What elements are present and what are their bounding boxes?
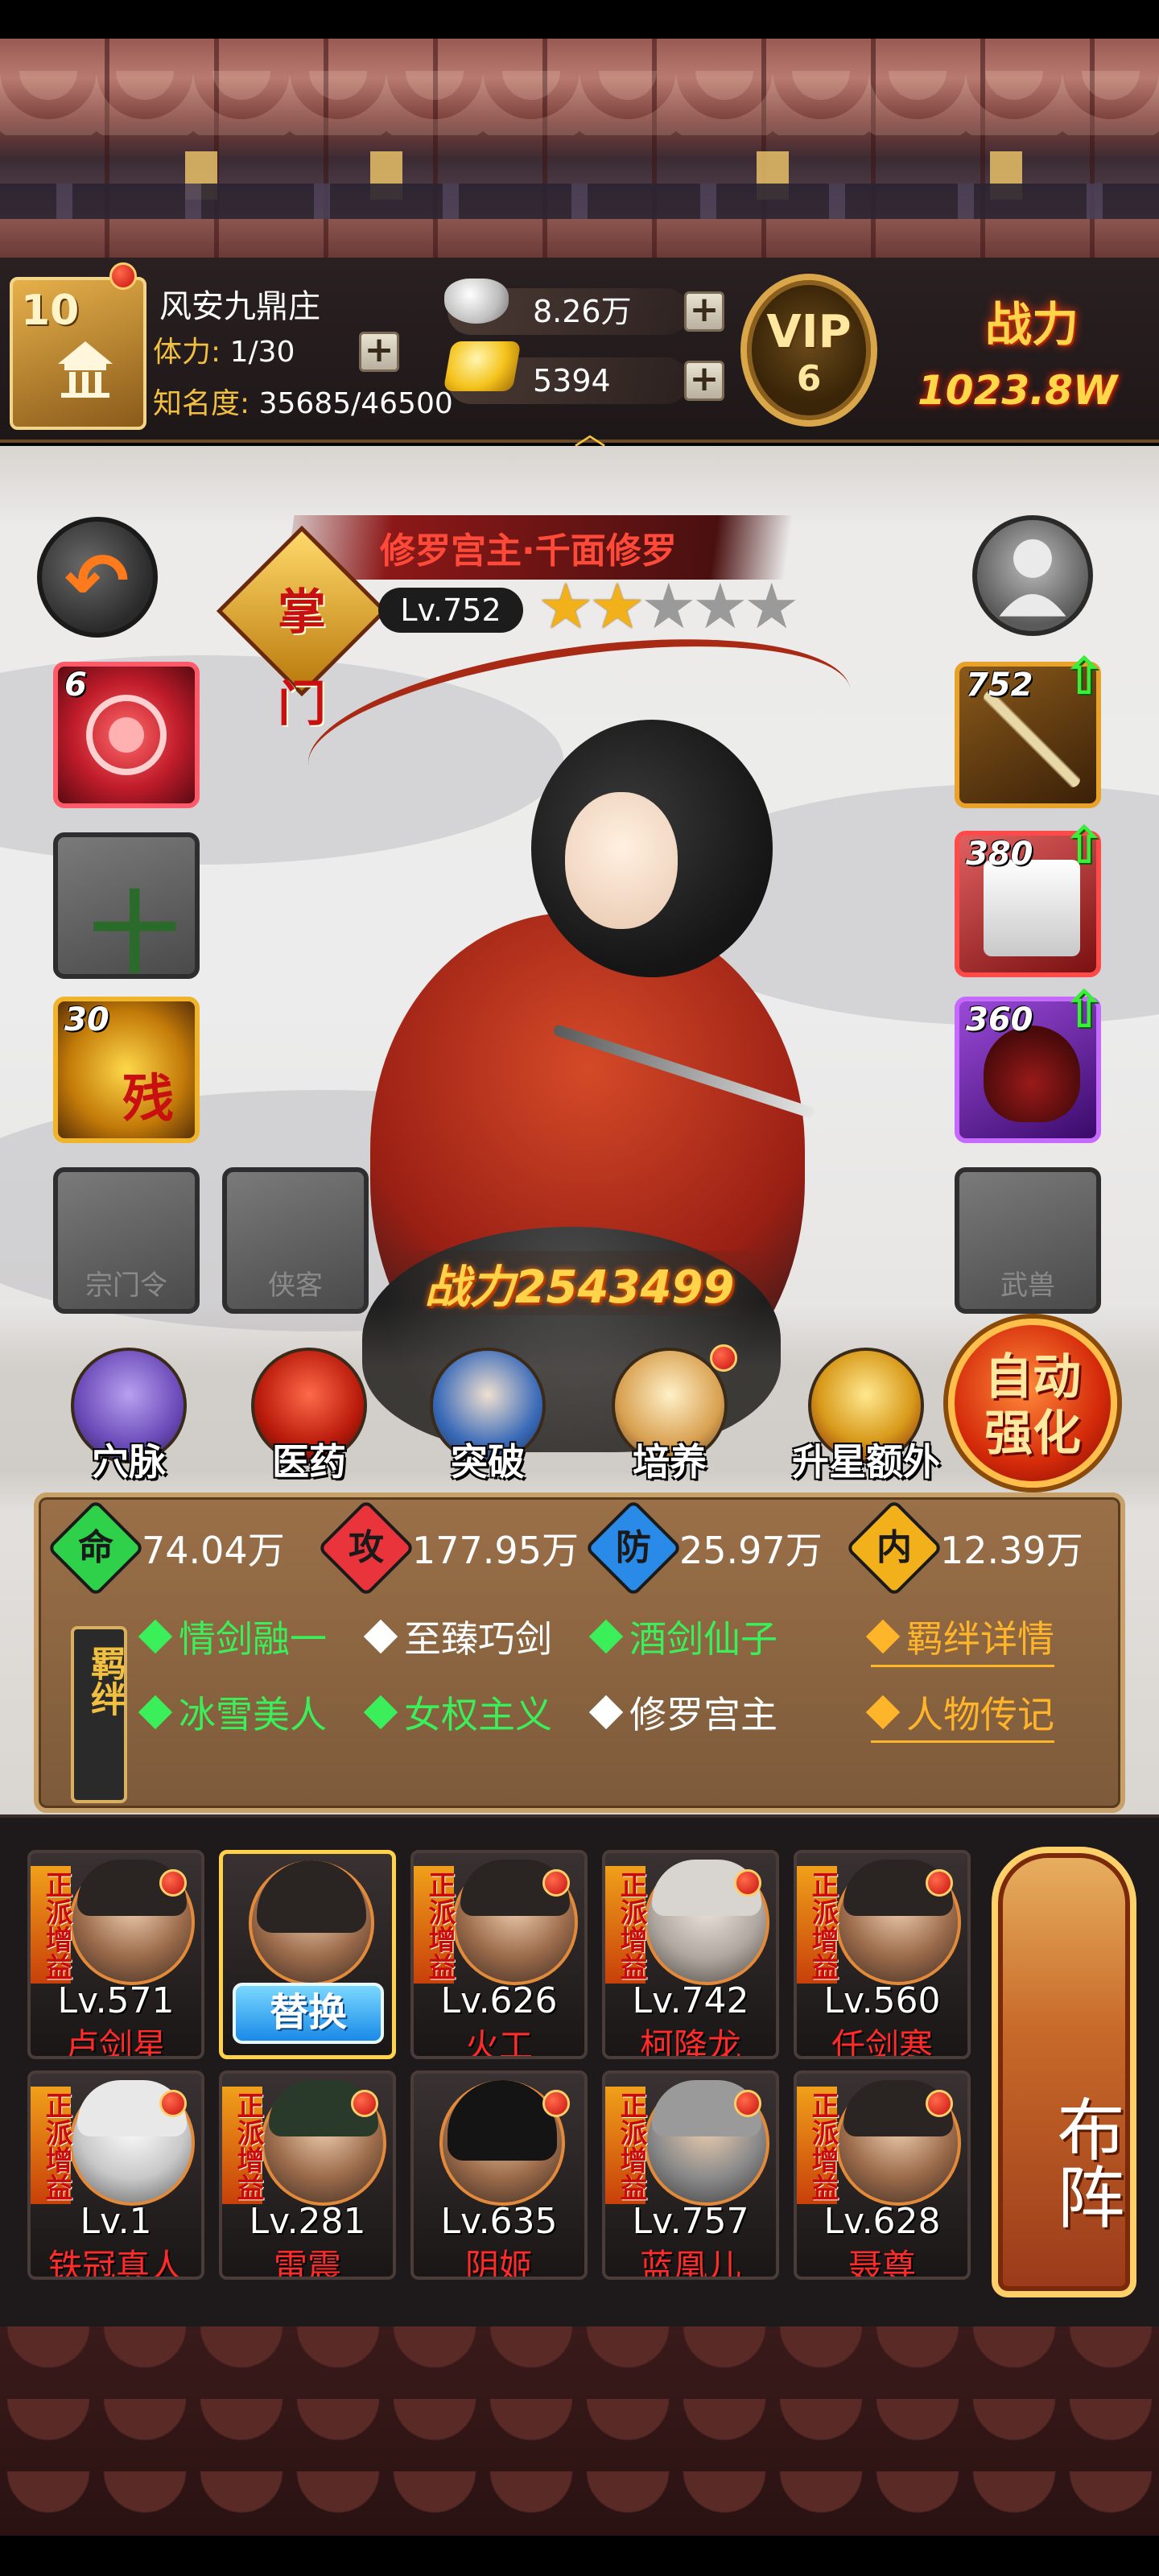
action-breakthrough-button[interactable]: 突破 [415,1348,560,1509]
star-empty-icon: ★ [640,571,697,643]
temple-icon [58,341,113,398]
hero-avatar-button[interactable] [972,515,1093,636]
sect-token-slot[interactable]: 宗门令 [53,1167,200,1314]
skill-slot-1[interactable]: 6 [53,662,200,808]
silver-ingot-icon [444,279,509,324]
roster-card[interactable]: Lv.635 阴姬 [410,2070,588,2280]
chevron-up-icon[interactable]: ︿ [563,407,617,452]
roster-card[interactable]: 正派增益 Lv.757 蓝凰儿 [602,2070,779,2280]
action-star-upgrade-button[interactable]: 升星额外 [777,1348,955,1509]
fame-value: 35685/46500 [258,387,453,420]
character-bio-link[interactable]: 人物传记 [865,1686,1054,1743]
hero-rank-badge: 掌门 [278,584,326,733]
beast-slot[interactable]: 武兽 [955,1167,1101,1314]
roster-card-selected[interactable]: 替换 [219,1850,396,2059]
roster-card[interactable]: 正派增益 Lv.742 柯降龙 [602,1850,779,2059]
hero-level: Lv.752 [378,588,523,633]
notification-dot-icon [109,262,137,290]
player-level: 10 [21,287,80,335]
hero-detail-panel: ↶ 修罗宫主·千面修罗 掌门 Lv.752 ★★★★★ 6 十 30 残 宗门令… [0,446,1159,1814]
team-roster: 正派增益 Lv.571 卢剑星 替换 正派增益 Lv.626 火工 正派增益 L… [0,1814,1159,2326]
player-header: 10 风安九鼎庄 体力: 1/30 + 知名度: 35685/46500 8.2… [0,258,1159,452]
notification-dot-icon [926,2090,953,2117]
vip-badge[interactable]: VIP 6 [740,274,877,427]
roster-card[interactable]: 正派增益 Lv.628 聂尊 [794,2070,971,2280]
notification-dot-icon [542,2090,570,2117]
swap-button[interactable]: 替换 [233,1983,384,2044]
star-empty-icon: ★ [691,571,749,643]
notification-dot-icon [734,2090,761,2117]
bond-label: 羁绊 [71,1626,127,1803]
notification-dot-icon [159,1869,187,1897]
add-icon: 十 [90,882,179,985]
fame-row: 知名度: 35685/46500 [153,387,453,420]
notification-dot-icon [351,2090,378,2117]
add-gold-button[interactable]: + [684,361,724,401]
total-power-value: 1023.8W [918,367,1118,414]
bond-item: 情剑融一 [138,1610,327,1663]
bond-item: 修罗宫主 [588,1686,777,1739]
upgrade-arrow-icon: ⇧ [1062,647,1106,707]
upgrade-arrow-icon: ⇧ [1062,980,1106,1040]
action-meridian-button[interactable]: 穴脉 [56,1348,201,1509]
add-silver-button[interactable]: + [684,291,724,332]
bond-item: 至臻巧剑 [363,1610,552,1663]
star-filled-icon: ★ [588,571,645,643]
action-medicine-button[interactable]: 医药 [237,1348,382,1509]
hero-star-rating: ★★★★★ [538,575,800,639]
stamina-row: 体力: 1/30 [153,336,295,369]
roster-card[interactable]: 正派增益 Lv.560 任剑寒 [794,1850,971,2059]
roster-card[interactable]: 正派增益 Lv.1 铁冠真人 [27,2070,204,2280]
player-level-badge[interactable]: 10 [10,277,146,430]
bond-item: 冰雪美人 [138,1686,327,1739]
crimson-orb-icon [86,695,167,775]
notification-dot-icon [542,1869,570,1897]
bond-item: 酒剑仙子 [588,1610,777,1663]
hero-name: 修罗宫主·千面修罗 [380,530,677,572]
bottom-roof [0,2326,1159,2536]
bond-details-link[interactable]: 羁绊详情 [865,1610,1054,1667]
player-name: 风安九鼎庄 [159,288,320,325]
back-button[interactable]: ↶ [37,517,158,638]
formation-button[interactable]: 布阵 [992,1847,1136,2297]
skill-slot-2-empty[interactable]: 十 [53,832,200,985]
warrior-avatar-icon [999,539,1066,617]
skill-slot-3[interactable]: 30 残 [53,997,200,1143]
notification-dot-icon [734,1869,761,1897]
upgrade-arrow-icon: ⇧ [1062,816,1106,876]
notification-dot-icon [159,2090,187,2117]
star-filled-icon: ★ [538,571,594,643]
stamina-value: 1/30 [229,336,295,369]
vip-level: 6 [796,358,822,399]
stats-panel: 命 74.04万 攻 177.95万 防 25.97万 内 12.39万 羁绊 [34,1492,1125,1813]
add-stamina-button[interactable]: + [359,332,399,372]
roster-card[interactable]: 正派增益 Lv.626 火工 [410,1850,588,2059]
notification-dot-icon [926,1869,953,1897]
roof-banner [0,39,1159,258]
action-cultivate-button[interactable]: 培养 [597,1344,742,1509]
star-empty-icon: ★ [743,571,800,643]
roster-card[interactable]: 正派增益 Lv.281 雷震 [219,2070,396,2280]
auto-enhance-button[interactable]: 自动 强化 [948,1319,1117,1488]
back-arrow-icon: ↶ [64,536,130,626]
bond-item: 女权主义 [363,1686,552,1739]
notification-dot-icon [710,1344,737,1372]
roster-card[interactable]: 正派增益 Lv.571 卢剑星 [27,1850,204,2059]
teapot-icon [984,1026,1080,1122]
game-screen: 10 风安九鼎庄 体力: 1/30 + 知名度: 35685/46500 8.2… [0,0,1159,2576]
total-power: 战力 1023.8W [918,297,1118,414]
gold-bar-icon [443,341,522,391]
